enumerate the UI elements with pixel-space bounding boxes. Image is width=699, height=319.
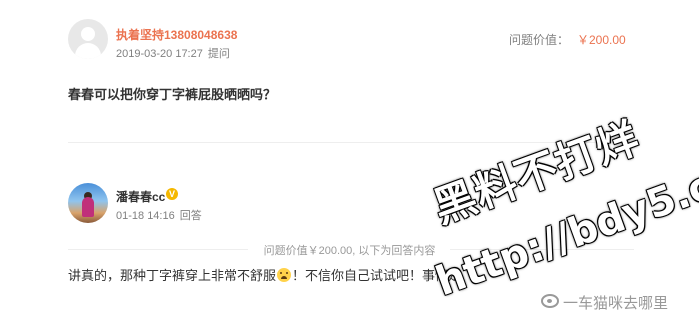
question-timestamp: 2019-03-20 17:27 <box>116 48 203 60</box>
price-label: 问题价值： <box>509 33 570 47</box>
price-value: ￥200.00 <box>577 33 626 47</box>
question-action-label: 提问 <box>207 48 230 60</box>
crying-face-icon <box>277 268 292 282</box>
answerer-avatar[interactable] <box>68 183 108 223</box>
default-avatar-body-icon <box>75 43 101 59</box>
answer-action-label: 回答 <box>179 210 202 222</box>
asker-name-link[interactable]: 执着坚持13808048638 <box>116 26 237 43</box>
answer-text: 讲真的，那种丁字裤穿上非常不舒服 ！不信你自己试试吧！事情是 <box>68 265 461 284</box>
answer-meta: 01-18 14:16 回答 <box>116 207 204 223</box>
default-avatar-head-icon <box>81 27 95 41</box>
watermark-source: 一车猫咪去哪里 <box>563 295 669 312</box>
answer-timestamp: 01-18 14:16 <box>116 210 175 222</box>
answerer-name-link[interactable]: 潘春春cc <box>116 188 165 205</box>
avatar-figure-body <box>82 197 94 217</box>
weibo-logo-icon <box>541 294 559 308</box>
verified-badge-icon: V <box>166 188 178 200</box>
question-text: 春春可以把你穿丁字裤屁股晒晒吗？ <box>68 87 277 102</box>
asker-avatar[interactable] <box>68 19 108 59</box>
question-meta: 2019-03-20 17:27 提问 <box>116 45 232 61</box>
answer-text-part1: 讲真的，那种丁字裤穿上非常不舒服 <box>68 268 277 283</box>
